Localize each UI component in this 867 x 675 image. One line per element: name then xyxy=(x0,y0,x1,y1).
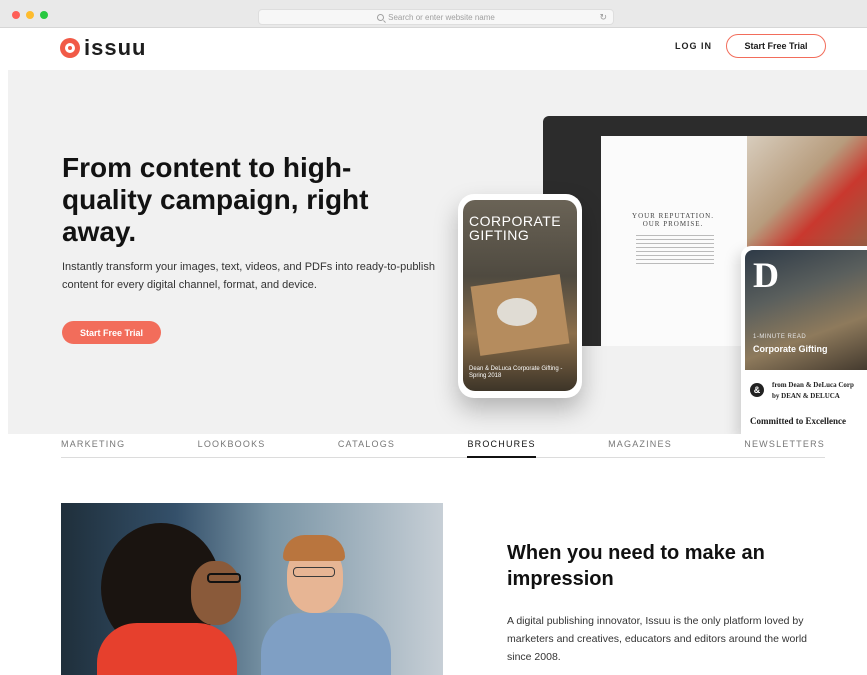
card-read-time: 1-MINUTE READ xyxy=(753,334,807,340)
login-link[interactable]: LOG IN xyxy=(675,41,712,51)
card-title: Corporate Gifting xyxy=(753,344,828,354)
card-headline: Committed to Excellence xyxy=(750,416,846,426)
card-by-line: by DEAN & DELUCA xyxy=(772,392,840,400)
publisher-avatar-icon: & xyxy=(750,383,764,397)
hero-title: From content to high-quality campaign, r… xyxy=(62,152,369,247)
section-description: A digital publishing innovator, Issuu is… xyxy=(507,615,807,663)
tab-magazines[interactable]: MAGAZINES xyxy=(608,436,672,458)
reload-icon[interactable]: ↻ xyxy=(599,12,607,23)
publication-card[interactable]: D 1-MINUTE READ Corporate Gifting & from… xyxy=(741,246,867,434)
window-controls xyxy=(12,11,48,19)
category-tabs: MARKETING LOOKBOOKS CATALOGS BROCHURES M… xyxy=(61,436,825,458)
tab-marketing[interactable]: MARKETING xyxy=(61,436,125,458)
address-bar[interactable]: Search or enter website name ↻ xyxy=(258,9,614,25)
search-icon xyxy=(377,13,385,21)
browser-chrome: Search or enter website name ↻ xyxy=(0,0,867,28)
maximize-window-button[interactable] xyxy=(40,11,48,19)
site-header: issuu LOG IN Start Free Trial xyxy=(8,28,867,70)
start-free-trial-hero-button[interactable]: Start Free Trial xyxy=(62,321,161,344)
start-free-trial-header-button[interactable]: Start Free Trial xyxy=(726,34,826,58)
gift-stone-image xyxy=(497,298,537,326)
card-cover-image: D 1-MINUTE READ Corporate Gifting xyxy=(745,250,867,370)
publication-text-lines xyxy=(636,235,714,267)
tab-brochures[interactable]: BROCHURES xyxy=(467,436,536,458)
tab-catalogs[interactable]: CATALOGS xyxy=(338,436,395,458)
phone-cover-title: CORPORATE GIFTING xyxy=(469,213,562,243)
logo-text: issuu xyxy=(84,35,147,60)
tab-newsletters[interactable]: NEWSLETTERS xyxy=(744,436,825,458)
publication-heading: YOUR REPUTATION. OUR PROMISE. xyxy=(632,212,714,228)
hero-subtitle: Instantly transform your images, text, v… xyxy=(62,261,435,291)
tab-lookbooks[interactable]: LOOKBOOKS xyxy=(198,436,266,458)
gift-basket-image xyxy=(747,136,867,256)
issuu-logo-icon xyxy=(60,38,80,58)
phone-mockup: CORPORATE GIFTING Dean & DeLuca Corporat… xyxy=(458,194,582,398)
phone-cover-caption: Dean & DeLuca Corporate Gifting - Spring… xyxy=(469,366,563,379)
section-title: When you need to make an impression xyxy=(507,542,765,590)
minimize-window-button[interactable] xyxy=(26,11,34,19)
address-bar-placeholder: Search or enter website name xyxy=(388,12,495,22)
close-window-button[interactable] xyxy=(12,11,20,19)
coworkers-photo xyxy=(61,503,443,675)
card-from-line: from Dean & DeLuca Corp xyxy=(772,381,854,389)
phone-screen: CORPORATE GIFTING Dean & DeLuca Corporat… xyxy=(463,200,577,391)
issuu-logo[interactable]: issuu xyxy=(60,35,146,61)
hero-section: From content to high-quality campaign, r… xyxy=(8,70,867,434)
card-publisher: from Dean & DeLuca Corp by DEAN & DELUCA xyxy=(772,380,854,402)
dean-deluca-logo-mark: D xyxy=(753,255,779,295)
publication-left-page: YOUR REPUTATION. OUR PROMISE. xyxy=(601,136,747,346)
